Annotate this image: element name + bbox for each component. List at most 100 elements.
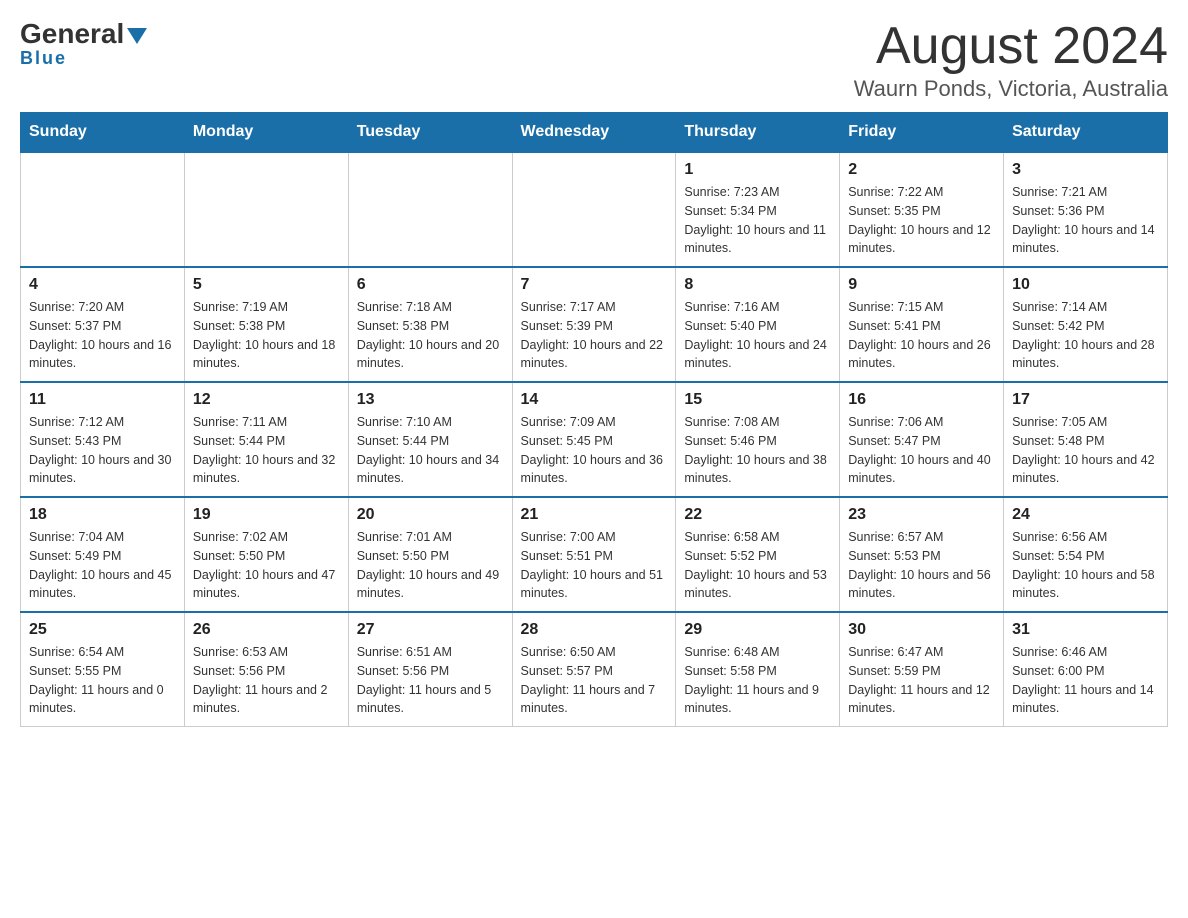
calendar-cell: 11 Sunrise: 7:12 AM Sunset: 5:43 PM Dayli… xyxy=(21,382,185,497)
day-info: Sunrise: 7:15 AM Sunset: 5:41 PM Dayligh… xyxy=(848,298,995,373)
day-info: Sunrise: 7:06 AM Sunset: 5:47 PM Dayligh… xyxy=(848,413,995,488)
day-info: Sunrise: 7:21 AM Sunset: 5:36 PM Dayligh… xyxy=(1012,183,1159,258)
calendar-cell: 20 Sunrise: 7:01 AM Sunset: 5:50 PM Dayli… xyxy=(348,497,512,612)
day-number: 9 xyxy=(848,276,995,294)
day-number: 2 xyxy=(848,161,995,179)
logo-triangle-icon xyxy=(127,28,147,44)
day-info: Sunrise: 7:01 AM Sunset: 5:50 PM Dayligh… xyxy=(357,528,504,603)
day-number: 16 xyxy=(848,391,995,409)
day-info: Sunrise: 7:09 AM Sunset: 5:45 PM Dayligh… xyxy=(521,413,668,488)
calendar-cell: 12 Sunrise: 7:11 AM Sunset: 5:44 PM Dayli… xyxy=(184,382,348,497)
column-header-friday: Friday xyxy=(840,113,1004,153)
subtitle: Waurn Ponds, Victoria, Australia xyxy=(854,76,1168,102)
calendar-cell: 9 Sunrise: 7:15 AM Sunset: 5:41 PM Daylig… xyxy=(840,267,1004,382)
column-header-saturday: Saturday xyxy=(1004,113,1168,153)
calendar-cell: 10 Sunrise: 7:14 AM Sunset: 5:42 PM Dayli… xyxy=(1004,267,1168,382)
calendar-cell: 16 Sunrise: 7:06 AM Sunset: 5:47 PM Dayli… xyxy=(840,382,1004,497)
day-info: Sunrise: 6:46 AM Sunset: 6:00 PM Dayligh… xyxy=(1012,643,1159,718)
day-number: 20 xyxy=(357,506,504,524)
day-info: Sunrise: 6:48 AM Sunset: 5:58 PM Dayligh… xyxy=(684,643,831,718)
day-number: 27 xyxy=(357,621,504,639)
calendar-cell: 3 Sunrise: 7:21 AM Sunset: 5:36 PM Daylig… xyxy=(1004,152,1168,267)
day-number: 26 xyxy=(193,621,340,639)
header-row: SundayMondayTuesdayWednesdayThursdayFrid… xyxy=(21,113,1168,153)
day-number: 24 xyxy=(1012,506,1159,524)
day-number: 13 xyxy=(357,391,504,409)
calendar-cell xyxy=(512,152,676,267)
calendar-cell: 8 Sunrise: 7:16 AM Sunset: 5:40 PM Daylig… xyxy=(676,267,840,382)
main-title: August 2024 xyxy=(854,20,1168,72)
day-number: 29 xyxy=(684,621,831,639)
day-number: 12 xyxy=(193,391,340,409)
day-info: Sunrise: 7:00 AM Sunset: 5:51 PM Dayligh… xyxy=(521,528,668,603)
day-number: 7 xyxy=(521,276,668,294)
calendar-cell: 4Sunrise: 7:20 AM Sunset: 5:37 PM Daylig… xyxy=(21,267,185,382)
logo-general: General xyxy=(20,20,147,48)
calendar-cell: 14 Sunrise: 7:09 AM Sunset: 5:45 PM Dayli… xyxy=(512,382,676,497)
day-info: Sunrise: 6:54 AM Sunset: 5:55 PM Dayligh… xyxy=(29,643,176,718)
calendar-cell: 29 Sunrise: 6:48 AM Sunset: 5:58 PM Dayli… xyxy=(676,612,840,727)
day-number: 6 xyxy=(357,276,504,294)
calendar-cell xyxy=(21,152,185,267)
day-info: Sunrise: 7:23 AM Sunset: 5:34 PM Dayligh… xyxy=(684,183,831,258)
calendar-cell: 19Sunrise: 7:02 AM Sunset: 5:50 PM Dayli… xyxy=(184,497,348,612)
calendar-cell: 26 Sunrise: 6:53 AM Sunset: 5:56 PM Dayli… xyxy=(184,612,348,727)
calendar-cell: 24 Sunrise: 6:56 AM Sunset: 5:54 PM Dayli… xyxy=(1004,497,1168,612)
day-number: 3 xyxy=(1012,161,1159,179)
page-header: General Blue August 2024 Waurn Ponds, Vi… xyxy=(20,20,1168,102)
week-row-4: 18Sunrise: 7:04 AM Sunset: 5:49 PM Dayli… xyxy=(21,497,1168,612)
day-info: Sunrise: 7:12 AM Sunset: 5:43 PM Dayligh… xyxy=(29,413,176,488)
day-number: 17 xyxy=(1012,391,1159,409)
column-header-sunday: Sunday xyxy=(21,113,185,153)
calendar-cell: 1 Sunrise: 7:23 AM Sunset: 5:34 PM Daylig… xyxy=(676,152,840,267)
calendar-cell: 5Sunrise: 7:19 AM Sunset: 5:38 PM Daylig… xyxy=(184,267,348,382)
day-info: Sunrise: 7:08 AM Sunset: 5:46 PM Dayligh… xyxy=(684,413,831,488)
calendar-cell: 15 Sunrise: 7:08 AM Sunset: 5:46 PM Dayli… xyxy=(676,382,840,497)
day-number: 25 xyxy=(29,621,176,639)
day-info: Sunrise: 7:17 AM Sunset: 5:39 PM Dayligh… xyxy=(521,298,668,373)
day-number: 14 xyxy=(521,391,668,409)
calendar-cell: 2Sunrise: 7:22 AM Sunset: 5:35 PM Daylig… xyxy=(840,152,1004,267)
calendar-cell: 7 Sunrise: 7:17 AM Sunset: 5:39 PM Daylig… xyxy=(512,267,676,382)
day-info: Sunrise: 7:10 AM Sunset: 5:44 PM Dayligh… xyxy=(357,413,504,488)
week-row-1: 1 Sunrise: 7:23 AM Sunset: 5:34 PM Daylig… xyxy=(21,152,1168,267)
day-info: Sunrise: 7:02 AM Sunset: 5:50 PM Dayligh… xyxy=(193,528,340,603)
calendar-cell: 28Sunrise: 6:50 AM Sunset: 5:57 PM Dayli… xyxy=(512,612,676,727)
column-header-monday: Monday xyxy=(184,113,348,153)
calendar-cell: 31 Sunrise: 6:46 AM Sunset: 6:00 PM Dayli… xyxy=(1004,612,1168,727)
day-info: Sunrise: 7:19 AM Sunset: 5:38 PM Dayligh… xyxy=(193,298,340,373)
week-row-2: 4Sunrise: 7:20 AM Sunset: 5:37 PM Daylig… xyxy=(21,267,1168,382)
day-number: 11 xyxy=(29,391,176,409)
day-info: Sunrise: 7:14 AM Sunset: 5:42 PM Dayligh… xyxy=(1012,298,1159,373)
day-number: 22 xyxy=(684,506,831,524)
day-number: 1 xyxy=(684,161,831,179)
day-info: Sunrise: 7:11 AM Sunset: 5:44 PM Dayligh… xyxy=(193,413,340,488)
day-info: Sunrise: 7:20 AM Sunset: 5:37 PM Dayligh… xyxy=(29,298,176,373)
day-number: 21 xyxy=(521,506,668,524)
calendar-table: SundayMondayTuesdayWednesdayThursdayFrid… xyxy=(20,112,1168,727)
day-number: 31 xyxy=(1012,621,1159,639)
day-number: 15 xyxy=(684,391,831,409)
day-number: 23 xyxy=(848,506,995,524)
calendar-cell: 17Sunrise: 7:05 AM Sunset: 5:48 PM Dayli… xyxy=(1004,382,1168,497)
day-number: 8 xyxy=(684,276,831,294)
calendar-cell: 13 Sunrise: 7:10 AM Sunset: 5:44 PM Dayli… xyxy=(348,382,512,497)
week-row-3: 11 Sunrise: 7:12 AM Sunset: 5:43 PM Dayli… xyxy=(21,382,1168,497)
calendar-cell: 23 Sunrise: 6:57 AM Sunset: 5:53 PM Dayli… xyxy=(840,497,1004,612)
day-info: Sunrise: 6:57 AM Sunset: 5:53 PM Dayligh… xyxy=(848,528,995,603)
column-header-wednesday: Wednesday xyxy=(512,113,676,153)
day-info: Sunrise: 6:58 AM Sunset: 5:52 PM Dayligh… xyxy=(684,528,831,603)
day-number: 10 xyxy=(1012,276,1159,294)
title-block: August 2024 Waurn Ponds, Victoria, Austr… xyxy=(854,20,1168,102)
day-info: Sunrise: 6:56 AM Sunset: 5:54 PM Dayligh… xyxy=(1012,528,1159,603)
column-header-thursday: Thursday xyxy=(676,113,840,153)
column-header-tuesday: Tuesday xyxy=(348,113,512,153)
week-row-5: 25 Sunrise: 6:54 AM Sunset: 5:55 PM Dayli… xyxy=(21,612,1168,727)
calendar-cell: 25 Sunrise: 6:54 AM Sunset: 5:55 PM Dayli… xyxy=(21,612,185,727)
calendar-cell xyxy=(348,152,512,267)
calendar-cell: 27Sunrise: 6:51 AM Sunset: 5:56 PM Dayli… xyxy=(348,612,512,727)
logo: General Blue xyxy=(20,20,147,69)
day-info: Sunrise: 6:50 AM Sunset: 5:57 PM Dayligh… xyxy=(521,643,668,718)
day-info: Sunrise: 7:16 AM Sunset: 5:40 PM Dayligh… xyxy=(684,298,831,373)
day-info: Sunrise: 6:53 AM Sunset: 5:56 PM Dayligh… xyxy=(193,643,340,718)
